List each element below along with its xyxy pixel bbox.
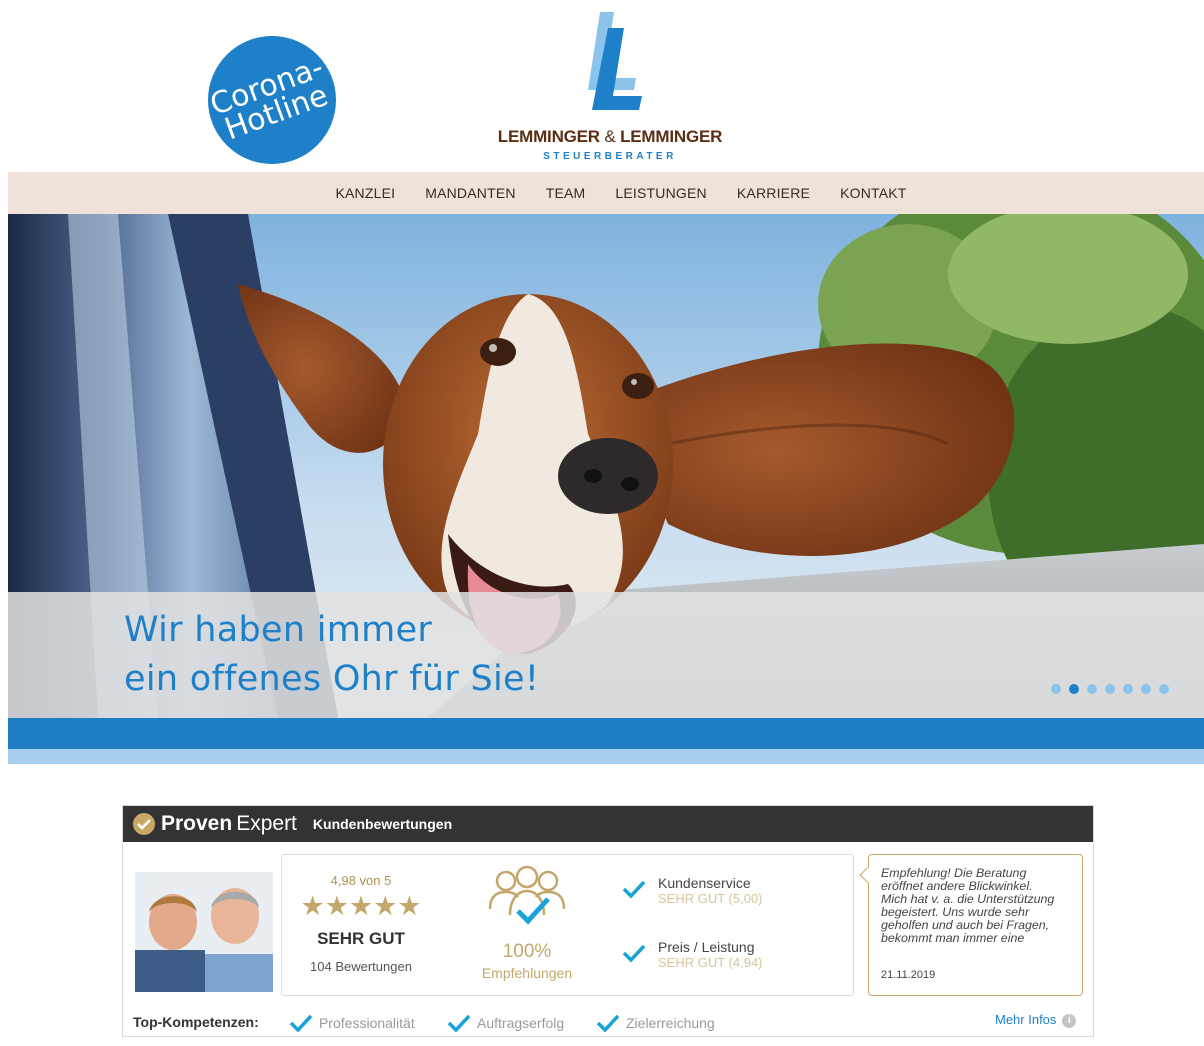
rating-summary-box: 4,98 von 5 ★★★★★ SEHR GUT 104 Bewertunge… xyxy=(281,854,854,996)
top-competences-label: Top-Kompetenzen: xyxy=(133,1014,259,1030)
nav-item-team[interactable]: TEAM xyxy=(546,185,586,201)
slider-dot-4[interactable] xyxy=(1105,684,1115,694)
widget-title: Kundenbewertungen xyxy=(312,816,453,832)
more-info-link[interactable]: Mehr Infos i xyxy=(995,1012,1077,1028)
review-quote-bubble[interactable]: Empfehlung! Die Beratung eröffnet andere… xyxy=(859,854,1083,996)
nav-item-leistungen[interactable]: LEISTUNGEN xyxy=(615,185,706,201)
logo-ampersand: & xyxy=(604,127,616,146)
info-icon: i xyxy=(1062,1013,1077,1028)
nav-item-karriere[interactable]: KARRIERE xyxy=(737,185,810,201)
rating-score: 4,98 von 5 xyxy=(330,873,392,888)
slider-dot-5[interactable] xyxy=(1123,684,1133,694)
nav-item-kontakt[interactable]: KONTAKT xyxy=(840,185,906,201)
page: Corona- Hotline LEMMINGER & LEMMINGER ST… xyxy=(0,0,1204,1046)
recommendations-group-icon xyxy=(488,865,566,925)
competence-label: Zielerreichung xyxy=(626,1015,715,1031)
criterion-name: Preis / Leistung xyxy=(658,939,755,955)
team-photo xyxy=(135,872,273,992)
nav-item-kanzlei[interactable]: KANZLEI xyxy=(335,185,395,201)
check-icon xyxy=(447,1014,471,1032)
hero-caption: Wir haben immer ein offenes Ohr für Sie! xyxy=(8,592,1204,718)
slider-dot-2[interactable] xyxy=(1069,684,1079,694)
check-icon xyxy=(622,944,646,963)
logo-company-name: LEMMINGER & LEMMINGER xyxy=(485,127,735,147)
hero-caption-line-1: Wir haben immer xyxy=(124,610,433,650)
competences-row: Top-Kompetenzen: Professionalität Auftra… xyxy=(123,1012,1093,1034)
widget-brand-light: Expert xyxy=(236,812,297,835)
main-nav: KANZLEI MANDANTEN TEAM LEISTUNGEN KARRIE… xyxy=(8,172,1204,214)
logo-l-icon xyxy=(588,12,642,110)
check-icon xyxy=(596,1014,620,1032)
provenexpert-widget[interactable]: Proven Expert Kundenbewertungen 4,98 von… xyxy=(122,805,1094,1037)
criterion-name: Kundenservice xyxy=(658,875,751,891)
rating-verdict: SEHR GUT xyxy=(317,929,405,948)
slider-dot-6[interactable] xyxy=(1141,684,1151,694)
quote-line: bekommt man immer eine xyxy=(881,931,1025,945)
slider-pagination xyxy=(1051,684,1169,694)
more-info-label: Mehr Infos xyxy=(995,1012,1057,1027)
check-icon xyxy=(622,880,646,899)
quote-tail xyxy=(859,866,877,884)
nav-item-mandanten[interactable]: MANDANTEN xyxy=(425,185,515,201)
slider-dot-1[interactable] xyxy=(1051,684,1061,694)
slider-dot-7[interactable] xyxy=(1159,684,1169,694)
slider-dot-3[interactable] xyxy=(1087,684,1097,694)
recommend-percentage: 100% xyxy=(502,941,552,962)
provenexpert-check-icon xyxy=(133,813,155,835)
review-quote-text: Empfehlung! Die Beratung eröffnet andere… xyxy=(881,867,1079,945)
site-header: Corona- Hotline LEMMINGER & LEMMINGER ST… xyxy=(0,0,1204,172)
logo-subtitle: STEUERBERATER xyxy=(543,151,677,162)
check-icon xyxy=(289,1014,313,1032)
hero-band-dark xyxy=(8,718,1204,749)
review-count: 104 Bewertungen xyxy=(310,959,412,974)
hero-slider: Wir haben immer ein offenes Ohr für Sie! xyxy=(8,214,1204,764)
site-logo[interactable]: LEMMINGER & LEMMINGER STEUERBERATER xyxy=(485,10,735,170)
logo-name-right: LEMMINGER xyxy=(620,127,723,146)
corona-hotline-badge[interactable]: Corona- Hotline xyxy=(206,36,337,164)
competence-label: Professionalität xyxy=(319,1015,415,1031)
logo-name-left: LEMMINGER xyxy=(497,127,600,146)
recommend-label: Empfehlungen xyxy=(481,965,573,981)
competence-label: Auftragserfolg xyxy=(477,1015,565,1031)
widget-header: Proven Expert Kundenbewertungen xyxy=(123,806,1093,842)
review-date: 21.11.2019 xyxy=(881,969,936,981)
hero-caption-line-2: ein offenes Ohr für Sie! xyxy=(124,659,540,699)
widget-brand-bold: Proven xyxy=(161,812,233,835)
rating-stars: ★★★★★ xyxy=(300,891,422,921)
hero-band-light xyxy=(8,749,1204,764)
criterion-value: SEHR GUT (5,00) xyxy=(658,891,763,906)
corona-hotline-text: Corona- Hotline xyxy=(206,50,337,148)
criterion-value: SEHR GUT (4,94) xyxy=(658,955,763,970)
